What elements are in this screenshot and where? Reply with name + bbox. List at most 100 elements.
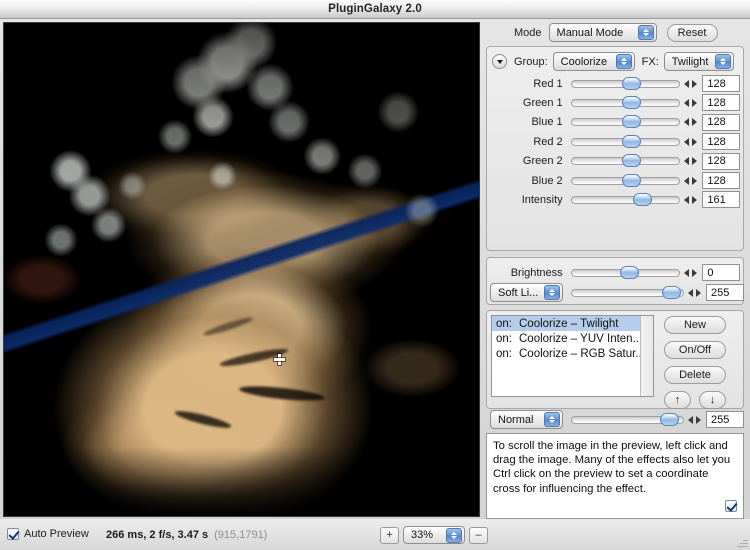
brightness-slider-thumb[interactable] [620, 266, 639, 279]
slider-value-field[interactable]: 128 [702, 172, 740, 189]
slider-value-field[interactable]: 128 [702, 114, 740, 131]
arrow-right-icon[interactable] [692, 269, 697, 277]
blend-top-row: Soft Li... 255 [490, 283, 744, 302]
list-item[interactable]: on:Coolorize – YUV Inten... [492, 331, 653, 346]
slider-thumb[interactable] [622, 154, 641, 167]
slider-thumb[interactable] [633, 193, 652, 206]
slider-row-blue-2: Blue 2128 [492, 172, 740, 189]
group-popup[interactable]: Coolorize [553, 52, 635, 71]
arrow-left-icon[interactable] [688, 416, 693, 424]
arrow-right-icon[interactable] [692, 118, 697, 126]
slider-thumb[interactable] [622, 115, 641, 128]
arrow-left-icon[interactable] [688, 289, 693, 297]
arrow-right-icon[interactable] [692, 80, 697, 88]
blend-top-steppers[interactable] [688, 289, 701, 297]
reset-button[interactable]: Reset [667, 24, 718, 42]
slider-value-field[interactable]: 128 [702, 75, 740, 92]
new-button[interactable]: New [664, 316, 726, 334]
blend-top-slider[interactable] [571, 285, 684, 301]
blend-bottom-popup[interactable]: Normal [490, 410, 563, 429]
blend-bottom-slider-thumb[interactable] [660, 413, 679, 426]
arrow-left-icon[interactable] [684, 157, 689, 165]
arrow-right-icon[interactable] [692, 177, 697, 185]
slider-value-field[interactable]: 128 [702, 94, 740, 111]
zoom-in-button[interactable]: + [380, 527, 399, 544]
slider-control[interactable] [571, 114, 681, 130]
slider-steppers[interactable] [684, 157, 697, 165]
arrow-right-icon[interactable] [692, 138, 697, 146]
triangle-down-icon[interactable] [492, 54, 507, 69]
new-label: New [684, 319, 706, 331]
zoom-level-popup[interactable]: 33% [403, 526, 465, 544]
slider-steppers[interactable] [684, 118, 697, 126]
chevron-updown-icon [446, 528, 462, 543]
arrow-left-icon[interactable] [684, 118, 689, 126]
chevron-updown-icon [544, 412, 560, 427]
onoff-button[interactable]: On/Off [664, 341, 726, 359]
arrow-left-icon[interactable] [684, 138, 689, 146]
slider-control[interactable] [571, 134, 681, 150]
blend-bottom-slider[interactable] [571, 412, 684, 428]
resize-grip-icon[interactable] [736, 536, 749, 549]
fx-popup[interactable]: Twilight [664, 52, 734, 71]
cursor-coordinates: (915,1791) [214, 529, 267, 541]
controls-panel: Mode Manual Mode Reset Group: Coolorize … [484, 22, 746, 517]
slider-value-field[interactable]: 161 [702, 191, 740, 208]
auto-preview-control[interactable]: Auto Preview [7, 528, 89, 540]
slider-control[interactable] [571, 173, 681, 189]
delete-button[interactable]: Delete [664, 366, 726, 384]
arrow-left-icon[interactable] [684, 269, 689, 277]
arrow-right-icon[interactable] [692, 99, 697, 107]
slider-thumb[interactable] [622, 174, 641, 187]
arrow-right-icon[interactable] [692, 196, 697, 204]
blend-top-popup[interactable]: Soft Li... [490, 283, 563, 302]
arrow-left-icon[interactable] [684, 99, 689, 107]
effects-list-scrollbar[interactable] [640, 316, 653, 396]
blend-bottom-steppers[interactable] [688, 416, 701, 424]
brightness-value-field[interactable]: 0 [702, 264, 740, 281]
slider-steppers[interactable] [684, 80, 697, 88]
slider-steppers[interactable] [684, 177, 697, 185]
arrow-left-icon[interactable] [684, 196, 689, 204]
arrow-right-icon[interactable] [696, 289, 701, 297]
brightness-row: Brightness 0 [492, 264, 740, 281]
onoff-label: On/Off [679, 344, 711, 356]
slider-steppers[interactable] [684, 138, 697, 146]
blend-bottom-value-field[interactable]: 255 [706, 411, 744, 428]
effects-list[interactable]: on:Coolorize – Twilighton:Coolorize – YU… [491, 315, 654, 397]
brightness-slider[interactable] [571, 265, 681, 281]
slider-value: 128 [707, 97, 725, 109]
help-checkbox[interactable] [725, 500, 737, 512]
list-item[interactable]: on:Coolorize – RGB Satur... [492, 346, 653, 361]
auto-preview-checkbox[interactable] [7, 528, 19, 540]
slider-control[interactable] [571, 192, 681, 208]
zoom-out-button[interactable]: – [469, 527, 488, 544]
slider-value-field[interactable]: 128 [702, 153, 740, 170]
slider-thumb[interactable] [622, 77, 641, 90]
slider-value: 128 [707, 116, 725, 128]
slider-steppers[interactable] [684, 196, 697, 204]
arrow-left-icon[interactable] [684, 80, 689, 88]
slider-thumb[interactable] [622, 135, 641, 148]
mode-row: Mode Manual Mode Reset [514, 23, 746, 42]
mode-popup[interactable]: Manual Mode [549, 23, 657, 42]
effect-state: on: [496, 348, 512, 360]
arrow-down-icon: ↓ [710, 394, 716, 406]
brightness-steppers[interactable] [684, 269, 697, 277]
blend-top-slider-thumb[interactable] [662, 286, 681, 299]
slider-control[interactable] [571, 95, 681, 111]
arrow-left-icon[interactable] [684, 177, 689, 185]
slider-value-field[interactable]: 128 [702, 133, 740, 150]
list-item[interactable]: on:Coolorize – Twilight [492, 316, 653, 331]
slider-control[interactable] [571, 76, 681, 92]
move-down-button[interactable]: ↓ [699, 391, 726, 409]
slider-thumb[interactable] [622, 96, 641, 109]
arrow-right-icon[interactable] [696, 416, 701, 424]
slider-control[interactable] [571, 153, 681, 169]
move-up-button[interactable]: ↑ [664, 391, 691, 409]
image-preview[interactable] [3, 22, 480, 517]
blend-top-value-field[interactable]: 255 [706, 284, 744, 301]
slider-steppers[interactable] [684, 99, 697, 107]
render-stats: 266 ms, 2 f/s, 3.47 s(915,1791) [106, 529, 267, 541]
arrow-right-icon[interactable] [692, 157, 697, 165]
